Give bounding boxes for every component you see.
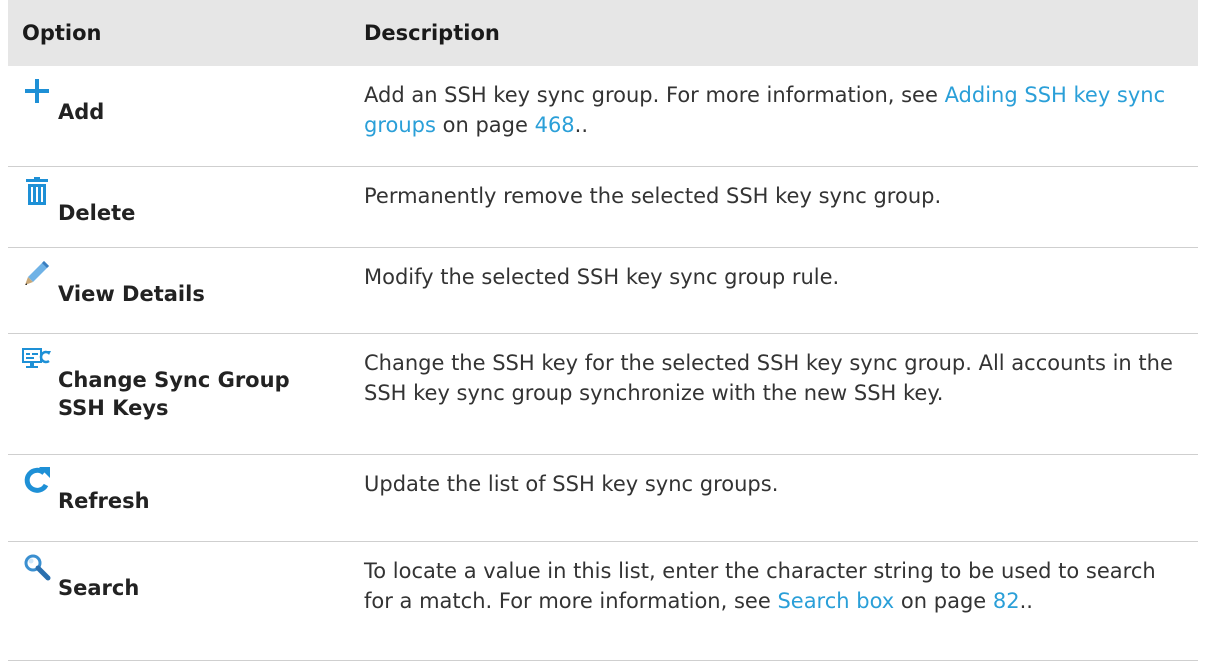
trash-icon — [22, 177, 52, 207]
option-label: Refresh — [58, 489, 150, 513]
option-cell: Refresh — [8, 454, 350, 542]
plus-icon — [22, 76, 52, 106]
options-table: Option Description Add Add an SSH key sy… — [8, 0, 1198, 661]
search-box-link[interactable]: Search box — [777, 589, 894, 613]
description-text: Add an SSH key sync group. For more info… — [364, 83, 945, 107]
header-option: Option — [8, 0, 350, 66]
option-label: Search — [58, 576, 140, 600]
table-row: Delete Permanently remove the selected S… — [8, 166, 1198, 248]
option-label: Change Sync Group SSH Keys — [58, 368, 290, 420]
refresh-icon — [22, 465, 52, 495]
option-label: Add — [58, 100, 105, 124]
table-row: View Details Modify the selected SSH key… — [8, 247, 1198, 334]
page-link[interactable]: 468 — [535, 113, 575, 137]
description-cell: Update the list of SSH key sync groups. — [350, 454, 1198, 542]
page-link[interactable]: 82 — [993, 589, 1020, 613]
description-text: To locate a value in this list, enter th… — [364, 559, 1156, 613]
table-row: Search To locate a value in this list, e… — [8, 541, 1198, 661]
description-text: .. — [1019, 589, 1033, 613]
option-cell: Delete — [8, 166, 350, 248]
table-row: Add Add an SSH key sync group. For more … — [8, 66, 1198, 167]
description-cell: Change the SSH key for the selected SSH … — [350, 333, 1198, 455]
description-cell: To locate a value in this list, enter th… — [350, 541, 1198, 661]
option-cell: View Details — [8, 247, 350, 334]
option-cell: Change Sync Group SSH Keys — [8, 333, 350, 455]
header-description: Description — [350, 0, 1198, 66]
option-label: Delete — [58, 201, 136, 225]
change-key-icon — [22, 344, 52, 374]
description-text: on page — [894, 589, 993, 613]
description-cell: Add an SSH key sync group. For more info… — [350, 66, 1198, 167]
description-cell: Modify the selected SSH key sync group r… — [350, 247, 1198, 334]
description-text: .. — [574, 113, 589, 137]
table-row: Refresh Update the list of SSH key sync … — [8, 454, 1198, 542]
description-cell: Permanently remove the selected SSH key … — [350, 166, 1198, 248]
option-cell: Add — [8, 66, 350, 167]
description-text: on page — [435, 113, 535, 137]
option-cell: Search — [8, 541, 350, 661]
header-row: Option Description — [8, 0, 1198, 66]
pencil-icon — [22, 258, 52, 288]
search-icon — [22, 552, 52, 582]
option-label: View Details — [58, 282, 205, 306]
table-row: Change Sync Group SSH Keys Change the SS… — [8, 333, 1198, 455]
